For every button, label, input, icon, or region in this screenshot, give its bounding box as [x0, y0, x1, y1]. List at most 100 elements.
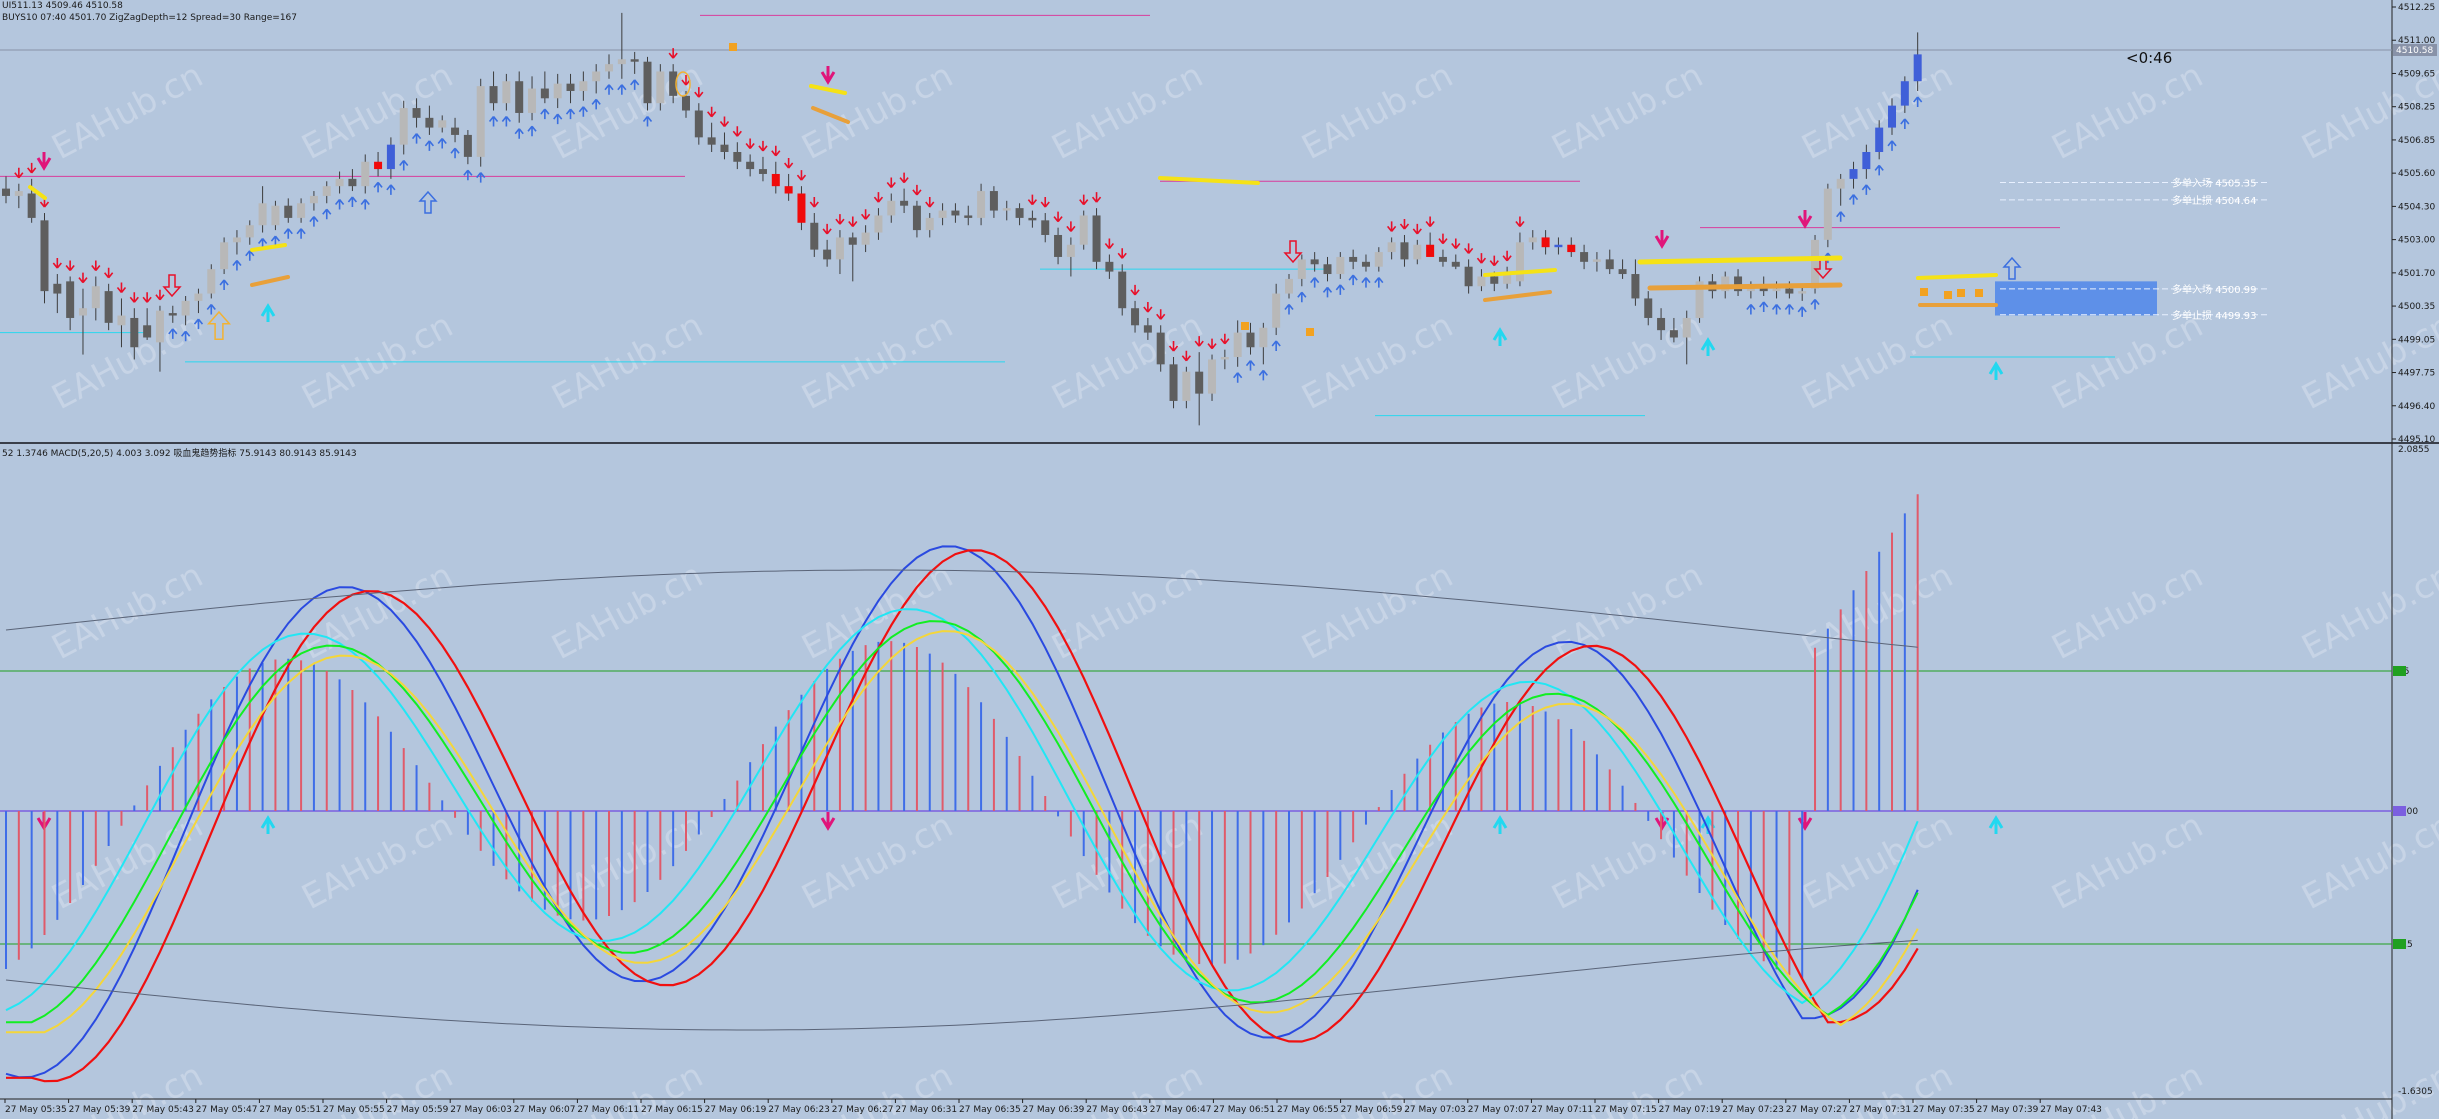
candle-body[interactable] [605, 64, 614, 72]
candle-body[interactable] [1233, 332, 1242, 358]
candle-body[interactable] [438, 120, 447, 128]
candle-body[interactable] [27, 193, 36, 218]
candle-body[interactable] [1849, 169, 1858, 179]
candle-body[interactable] [656, 71, 665, 104]
candle-body[interactable] [1644, 298, 1653, 318]
candle-body[interactable] [1246, 332, 1255, 348]
candle-body[interactable] [938, 210, 947, 218]
candle-body[interactable] [207, 269, 216, 294]
candle-body[interactable] [630, 59, 639, 62]
candle-body[interactable] [489, 86, 498, 104]
candle-body[interactable] [797, 193, 806, 223]
candle-body[interactable] [2, 188, 10, 196]
candle-body[interactable] [707, 137, 716, 145]
candle-body[interactable] [14, 191, 23, 196]
candle-body[interactable] [322, 186, 331, 196]
candle-body[interactable] [1323, 264, 1332, 275]
candle-body[interactable] [1374, 252, 1383, 267]
candle-body[interactable] [784, 186, 793, 194]
candle-body[interactable] [361, 161, 370, 187]
candle-body[interactable] [977, 191, 986, 218]
candle-body[interactable] [1413, 244, 1422, 260]
candle-body[interactable] [1490, 276, 1499, 284]
candle-body[interactable] [245, 225, 254, 238]
candle-body[interactable] [1041, 220, 1050, 235]
candle-body[interactable] [1361, 261, 1370, 267]
candle-body[interactable] [181, 300, 190, 316]
candle-body[interactable] [297, 203, 306, 218]
candle-body[interactable] [1554, 244, 1563, 248]
candle-body[interactable] [579, 81, 588, 91]
candle-body[interactable] [1400, 242, 1409, 260]
candle-body[interactable] [335, 178, 344, 187]
candle-body[interactable] [1079, 215, 1088, 245]
candle-body[interactable] [900, 200, 909, 206]
candle-body[interactable] [1054, 234, 1063, 257]
candle-body[interactable] [1297, 259, 1306, 279]
candle-body[interactable] [925, 217, 934, 231]
candle-body[interactable] [386, 144, 395, 170]
candle-body[interactable] [1259, 327, 1268, 348]
candle-body[interactable] [1438, 256, 1447, 262]
candle-body[interactable] [1310, 259, 1319, 265]
candle-body[interactable] [617, 59, 626, 65]
candle-body[interactable] [412, 108, 421, 118]
candle-body[interactable] [874, 215, 883, 233]
candle-body[interactable] [1464, 266, 1473, 287]
candle-body[interactable] [1618, 269, 1627, 275]
candle-body[interactable] [220, 242, 229, 270]
candle-body[interactable] [1156, 332, 1165, 365]
candle-body[interactable] [284, 205, 293, 218]
candle-body[interactable] [104, 291, 113, 323]
candle-body[interactable] [887, 200, 896, 216]
candle-body[interactable] [771, 173, 780, 187]
candle-body[interactable] [1657, 317, 1666, 331]
candle-body[interactable] [1798, 291, 1807, 294]
candle-body[interactable] [989, 191, 998, 211]
candle-body[interactable] [951, 210, 960, 216]
yellow-oscillator-line[interactable] [6, 630, 1919, 1034]
candle-body[interactable] [476, 86, 485, 157]
candle-body[interactable] [823, 249, 832, 260]
candle-body[interactable] [91, 286, 100, 309]
candle-body[interactable] [1118, 271, 1127, 309]
candle-body[interactable] [168, 313, 177, 316]
candle-body[interactable] [694, 110, 703, 138]
candle-body[interactable] [258, 203, 267, 226]
candle-body[interactable] [53, 283, 62, 294]
candle-body[interactable] [1182, 371, 1191, 401]
candle-body[interactable] [451, 127, 460, 135]
cyan-oscillator-line[interactable] [5, 608, 1919, 1012]
candle-body[interactable] [592, 71, 601, 82]
candle-body[interactable] [1426, 244, 1435, 257]
candle-body[interactable] [1066, 244, 1075, 257]
green-oscillator-line[interactable] [6, 620, 1919, 1024]
candle-body[interactable] [502, 81, 511, 104]
candle-body[interactable] [1913, 54, 1922, 82]
candle-body[interactable] [1336, 256, 1345, 275]
candle-body[interactable] [1169, 364, 1178, 401]
candle-body[interactable] [861, 232, 870, 245]
lower-envelope-line[interactable] [5, 939, 1918, 1031]
candle-body[interactable] [155, 310, 164, 343]
candle-body[interactable] [271, 205, 280, 226]
candle-body[interactable] [309, 195, 318, 204]
candle-body[interactable] [1669, 330, 1678, 338]
candle-body[interactable] [643, 61, 652, 104]
candle-body[interactable] [1387, 242, 1396, 253]
candle-body[interactable] [758, 169, 767, 174]
candle-body[interactable] [1143, 325, 1152, 333]
candle-body[interactable] [566, 83, 575, 91]
candle-body[interactable] [1888, 105, 1897, 128]
candle-body[interactable] [1567, 244, 1576, 253]
candle-body[interactable] [1541, 237, 1550, 248]
candle-body[interactable] [1131, 308, 1140, 326]
candle-body[interactable] [1002, 208, 1011, 211]
candle-body[interactable] [720, 144, 729, 152]
candle-body[interactable] [1528, 237, 1537, 243]
candle-body[interactable] [1823, 188, 1832, 240]
candle-body[interactable] [194, 293, 203, 301]
candle-body[interactable] [1772, 288, 1781, 292]
candle-body[interactable] [1451, 261, 1460, 267]
candle-body[interactable] [1631, 274, 1640, 299]
